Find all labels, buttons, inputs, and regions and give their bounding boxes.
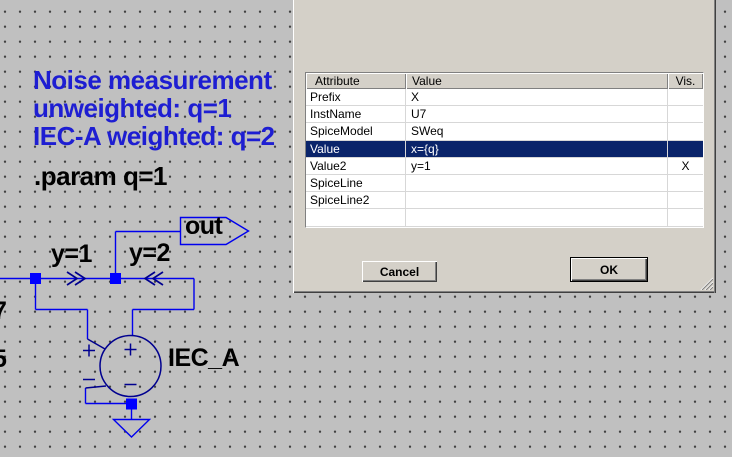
label-y1[interactable]: y=1 (51, 240, 92, 269)
cell-value[interactable]: y=1 (406, 157, 668, 174)
cell-vis[interactable] (668, 123, 703, 139)
cell-value[interactable]: U7 (406, 106, 668, 123)
header-value: Value (406, 73, 668, 89)
cell-value[interactable]: x={q} (406, 140, 668, 157)
cell-attribute[interactable]: Value2 (306, 157, 406, 174)
header-vis: Vis. (668, 73, 703, 89)
cell-value[interactable] (406, 209, 668, 226)
cell-vis[interactable] (668, 141, 703, 157)
wire-junctions (30, 273, 137, 410)
table-row-spiceline[interactable]: SpiceLine (306, 174, 703, 193)
ground-icon[interactable] (111, 418, 152, 438)
cell-vis[interactable] (668, 89, 703, 105)
resize-grip-icon[interactable] (700, 277, 713, 290)
table-row-value-selected[interactable]: Value x={q} (306, 140, 703, 158)
cell-vis[interactable] (668, 106, 703, 122)
component-attribute-dialog: Attribute Value Vis. Prefix X InstName U… (293, 0, 716, 293)
comment-text-block[interactable]: Noise measurement unweighted: q=1 IEC-A … (33, 66, 275, 150)
attribute-table-header: Attribute Value Vis. (306, 73, 703, 89)
voltage-source-symbol[interactable] (83, 334, 162, 398)
label-y2[interactable]: y=2 (129, 239, 170, 268)
cell-attribute[interactable]: SpiceLine2 (306, 192, 406, 209)
cell-attribute[interactable]: SpiceLine (306, 174, 406, 192)
cell-value[interactable] (406, 174, 668, 192)
spice-directive-text[interactable]: .param q=1 (34, 162, 168, 191)
table-row-spiceline2[interactable]: SpiceLine2 (306, 192, 703, 210)
cell-attribute[interactable]: SpiceModel (306, 123, 406, 140)
ltspice-schematic-canvas: Noise measurement unweighted: q=1 IEC-A … (0, 0, 732, 457)
header-attribute: Attribute (306, 73, 406, 89)
table-row-instname[interactable]: InstName U7 (306, 106, 703, 124)
cell-value[interactable]: X (406, 89, 668, 106)
attribute-table: Attribute Value Vis. Prefix X InstName U… (305, 72, 704, 228)
cell-value[interactable] (406, 192, 668, 209)
table-row-value2[interactable]: Value2 y=1 X (306, 157, 703, 175)
plus-minus-left-icon (83, 344, 95, 381)
cell-vis[interactable] (668, 175, 703, 191)
cell-vis[interactable] (668, 209, 703, 225)
clipped-label-5: 5 (0, 345, 7, 374)
net-flag-out-label[interactable]: out (185, 212, 223, 241)
cell-vis[interactable] (668, 192, 703, 208)
comment-line-1[interactable]: Noise measurement (33, 66, 275, 94)
comment-line-2[interactable]: unweighted: q=1 (33, 94, 275, 122)
comment-line-3[interactable]: IEC-A weighted: q=2 (33, 122, 275, 150)
cell-attribute[interactable]: Value (306, 140, 406, 157)
cell-value[interactable]: SWeq (406, 123, 668, 140)
clipped-label-7: 7 (0, 297, 7, 326)
label-iec-a[interactable]: IEC_A (168, 344, 240, 373)
table-row-empty[interactable] (306, 209, 703, 227)
cell-attribute[interactable]: Prefix (306, 89, 406, 106)
cell-attribute[interactable] (306, 209, 406, 226)
cell-attribute[interactable]: InstName (306, 106, 406, 123)
cancel-button[interactable]: Cancel (362, 261, 437, 282)
cell-vis[interactable]: X (668, 158, 703, 174)
table-row-prefix[interactable]: Prefix X (306, 89, 703, 107)
table-row-spicemodel[interactable]: SpiceModel SWeq (306, 123, 703, 141)
plus-minus-inside-icon (124, 343, 137, 386)
ok-button[interactable]: OK (570, 257, 648, 282)
